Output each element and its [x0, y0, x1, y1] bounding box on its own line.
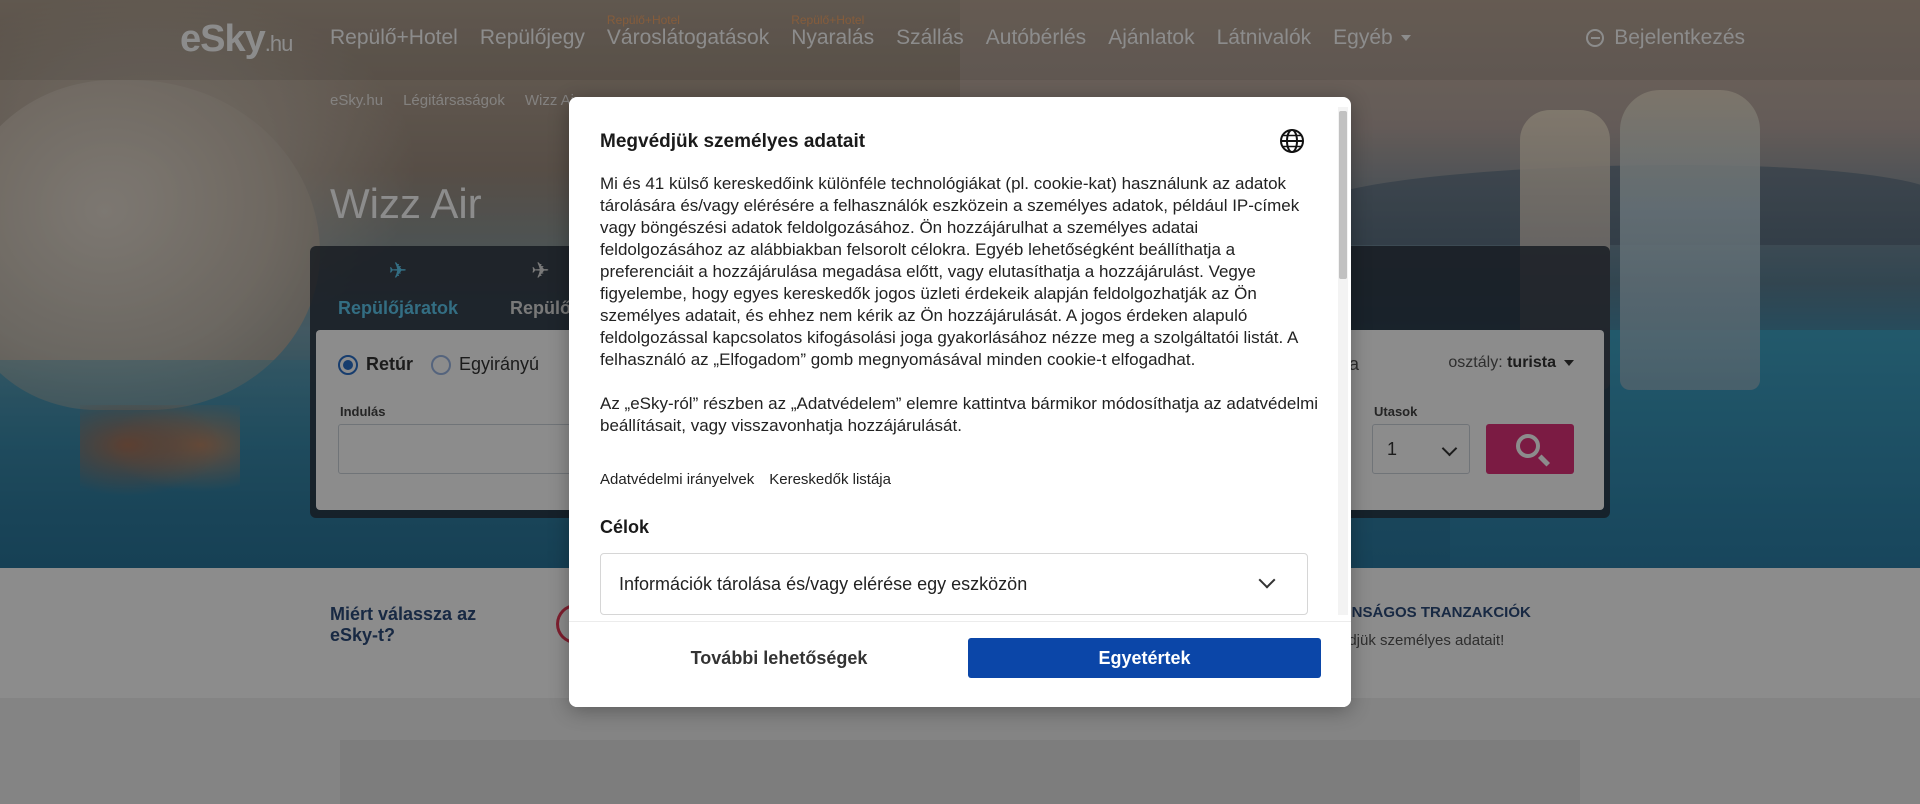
agree-button[interactable]: Egyetértek — [968, 638, 1321, 678]
consent-title: Megvédjük személyes adatait — [600, 131, 866, 152]
chevron-down-icon — [1258, 571, 1276, 589]
privacy-policy-link[interactable]: Adatvédelmi irányelvek — [600, 471, 754, 488]
globe-icon[interactable] — [1279, 128, 1305, 154]
vendor-list-link[interactable]: Kereskedők listája — [769, 471, 891, 488]
consent-links: Adatvédelmi irányelvek Kereskedők listáj… — [600, 471, 891, 488]
consent-footer: További lehetőségek Egyetértek — [569, 621, 1351, 707]
scrollbar-thumb[interactable] — [1339, 111, 1347, 279]
consent-text: Mi és 41 külső kereskedőink különféle te… — [600, 173, 1320, 459]
consent-modal-content[interactable]: Megvédjük személyes adatait Mi és 41 kül… — [569, 97, 1351, 621]
consent-paragraph: Az „eSky-ról” részben az „Adatvédelem” e… — [600, 394, 1319, 435]
modal-scrollbar[interactable] — [1338, 107, 1348, 615]
purpose-accordion-item[interactable]: Információk tárolása és/vagy elérése egy… — [600, 553, 1308, 615]
purposes-heading: Célok — [600, 517, 650, 537]
consent-paragraph: Mi és 41 külső kereskedőink különféle te… — [600, 174, 1300, 369]
purpose-label: Információk tárolása és/vagy elérése egy… — [619, 574, 1028, 594]
consent-modal: Megvédjük személyes adatait Mi és 41 kül… — [569, 97, 1351, 707]
more-options-button[interactable]: További lehetőségek — [600, 638, 958, 678]
